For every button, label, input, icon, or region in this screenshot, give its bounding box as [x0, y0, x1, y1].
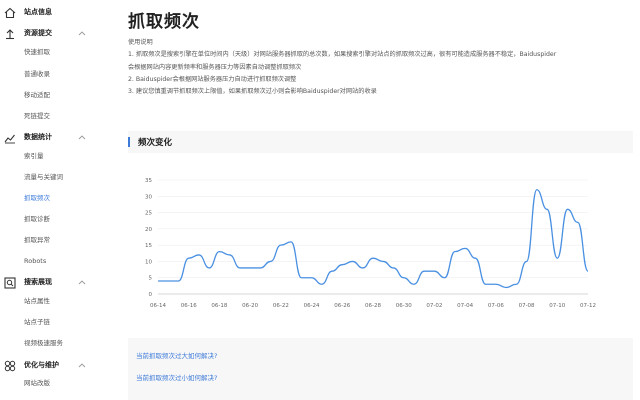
home-icon — [4, 7, 16, 19]
page-title: 抓取频次 — [128, 12, 200, 32]
chevron-up-icon[interactable] — [77, 133, 87, 141]
sidebar-item-crawl-diagnosis[interactable]: 抓取诊断 — [24, 213, 50, 225]
x-tick-label: 06-20 — [242, 303, 258, 309]
chevron-up-icon[interactable] — [77, 29, 87, 37]
sidebar-section-label: 资源提交 — [24, 29, 52, 37]
sidebar-section-label: 优化与维护 — [24, 361, 59, 369]
instructions-line: 3. 建议您慎重调节抓取频次上限值，如果抓取频次过小则会影响Baiduspide… — [128, 88, 377, 96]
x-tick-label: 07-06 — [488, 303, 504, 309]
stats-icon — [4, 134, 15, 144]
instructions-line: 2. Baiduspider会根据网站服务器压力自动进行抓取频次调整 — [128, 75, 297, 83]
panel-accent-bar — [128, 137, 130, 147]
sidebar-item-normal-index[interactable]: 普通收录 — [24, 68, 50, 80]
sidebar-item-crawl-frequency[interactable]: 抓取频次 — [24, 192, 50, 204]
x-tick-label: 07-12 — [580, 303, 596, 309]
y-tick-label: 15 — [145, 243, 152, 249]
sidebar-item-video-service[interactable]: 视频极速服务 — [24, 337, 63, 349]
main-content: 抓取频次 使用说明 1. 抓取频次是搜索引擎在单位时间内（天级）对网站服务器抓取… — [118, 0, 640, 400]
sidebar-section-optimize[interactable]: 优化与维护 — [0, 358, 110, 374]
sidebar-section-label: 数据统计 — [24, 133, 52, 141]
x-tick-label: 06-18 — [211, 303, 227, 309]
sidebar-section-data-stats[interactable]: 数据统计 — [0, 130, 110, 146]
x-tick-label: 07-08 — [519, 303, 535, 309]
x-tick-label: 07-10 — [549, 303, 565, 309]
help-links-box: 当前抓取频次过大如何解决? 当前抓取频次过小如何解决? — [128, 338, 633, 400]
instructions-line: 会根据网站内容更新频率和服务器压力等因素自动调整抓取频次 — [128, 63, 302, 71]
sidebar-section-search-display[interactable]: 搜索展现 — [0, 275, 110, 291]
x-tick-label: 06-22 — [273, 303, 289, 309]
usage-instructions: 使用说明 1. 抓取频次是搜索引擎在单位时间内（天级）对网站服务器抓取的总次数，… — [128, 37, 638, 98]
instructions-heading: 使用说明 — [128, 39, 153, 46]
sidebar-section-resource-submit[interactable]: 资源提交 — [0, 26, 110, 42]
x-tick-label: 06-28 — [365, 303, 381, 309]
sidebar-section-site-info[interactable]: 站点信息 — [0, 5, 110, 21]
x-tick-label: 07-02 — [426, 303, 442, 309]
sidebar-item-traffic-keywords[interactable]: 流量与关键词 — [24, 171, 63, 183]
search-display-icon — [4, 277, 16, 289]
y-tick-label: 20 — [145, 227, 152, 233]
x-tick-label: 06-16 — [181, 303, 197, 309]
crawl-frequency-chart: 0 5 10 15 20 25 30 35 06-14 06-16 06-18 06-20 06-22 0… — [145, 178, 596, 309]
sidebar-section-label: 站点信息 — [24, 8, 52, 16]
x-tick-label: 06-26 — [334, 303, 350, 309]
y-tick-label: 25 — [145, 211, 152, 217]
series-line — [157, 189, 589, 289]
chevron-up-icon[interactable] — [77, 278, 87, 286]
instructions-line: 1. 抓取频次是搜索引擎在单位时间内（天级）对网站服务器抓取的总次数，如果搜索引… — [128, 51, 557, 59]
frequency-panel-header: 频次变化 — [128, 131, 633, 153]
y-tick-label: 5 — [149, 276, 153, 282]
sidebar-item-robots[interactable]: Robots — [24, 255, 46, 267]
sidebar-item-quick-crawl[interactable]: 快速抓取 — [24, 46, 50, 58]
sidebar-item-index-volume[interactable]: 索引量 — [24, 150, 44, 162]
sidebar-item-site-sublinks[interactable]: 站点子链 — [24, 316, 50, 328]
settings-icon — [4, 360, 16, 372]
x-tick-label: 06-14 — [150, 303, 166, 309]
sidebar: 站点信息 资源提交 快速抓取 普通收录 移动适配 死链提交 数据统计 索引量 流… — [0, 0, 110, 400]
x-tick-label: 06-30 — [396, 303, 412, 309]
sidebar-item-dead-link[interactable]: 死链提交 — [24, 110, 50, 122]
help-link-too-low[interactable]: 当前抓取频次过小如何解决? — [136, 372, 217, 382]
y-tick-label: 35 — [145, 178, 152, 184]
sidebar-item-site-attributes[interactable]: 站点属性 — [24, 295, 50, 307]
x-tick-label: 07-04 — [457, 303, 473, 309]
help-link-too-high[interactable]: 当前抓取频次过大如何解决? — [136, 350, 217, 360]
x-tick-label: 06-24 — [304, 303, 320, 309]
y-tick-label: 0 — [149, 292, 153, 298]
sidebar-item-site-revision[interactable]: 网站改版 — [24, 377, 50, 389]
chevron-up-icon[interactable] — [77, 361, 87, 369]
sidebar-item-mobile-adapt[interactable]: 移动适配 — [24, 89, 50, 101]
panel-title: 频次变化 — [138, 138, 173, 148]
y-tick-label: 10 — [145, 259, 152, 265]
y-tick-label: 30 — [145, 194, 152, 200]
upload-icon — [6, 29, 14, 40]
sidebar-item-crawl-errors[interactable]: 抓取异常 — [24, 234, 50, 246]
sidebar-section-label: 搜索展现 — [24, 278, 52, 286]
